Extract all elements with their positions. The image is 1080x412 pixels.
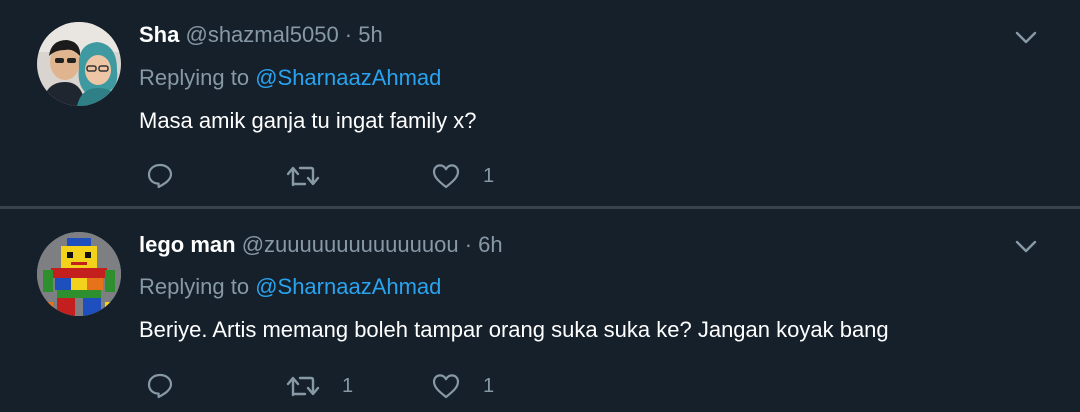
mention-link[interactable]: @SharnaazAhmad [255,274,441,299]
heart-icon [432,374,460,399]
tweet[interactable]: lego man @zuuuuuuuuuuuuuou · 6h Replying… [0,209,1080,412]
avatar[interactable] [37,22,121,106]
reply-icon [147,373,173,399]
replying-to: Replying to @SharnaazAhmad [139,65,441,91]
more-options-button[interactable] [1012,233,1040,261]
tweet-actions: 1 [0,159,1080,193]
tweet[interactable]: Sha @shazmal5050 · 5h Replying to @Sharn… [0,0,1080,206]
heart-icon [432,164,460,189]
retweet-icon [286,376,320,397]
replying-to: Replying to @SharnaazAhmad [139,274,441,300]
chevron-down-icon [1015,31,1037,44]
retweet-button[interactable] [286,159,342,193]
replying-to-label: Replying to [139,274,256,299]
separator-dot: · [458,232,479,257]
user-handle[interactable]: @shazmal5050 [185,22,338,47]
avatar[interactable] [37,232,121,316]
display-name[interactable]: lego man [139,232,236,257]
tweet-header: Sha @shazmal5050 · 5h [139,22,383,48]
tweet-header: lego man @zuuuuuuuuuuuuuou · 6h [139,232,503,258]
reply-button[interactable] [146,369,196,403]
like-button[interactable]: 1 [431,369,494,403]
like-count: 1 [483,164,495,187]
like-button[interactable]: 1 [431,159,494,193]
tweet-actions: 1 1 [0,369,1080,403]
more-options-button[interactable] [1012,24,1040,52]
mention-link[interactable]: @SharnaazAhmad [255,65,441,90]
retweet-icon [286,166,320,187]
tweet-text: Masa amik ganja tu ingat family x? [139,108,477,133]
tweet-text: Beriye. Artis memang boleh tampar orang … [139,317,889,342]
retweet-button[interactable]: 1 [286,369,353,403]
timestamp[interactable]: 5h [358,22,382,47]
retweet-count: 1 [342,374,354,397]
chevron-down-icon [1015,240,1037,253]
timestamp[interactable]: 6h [478,232,502,257]
replying-to-label: Replying to [139,65,256,90]
separator-dot: · [338,22,359,47]
like-count: 1 [483,374,495,397]
tweet-feed: Sha @shazmal5050 · 5h Replying to @Sharn… [0,0,1080,412]
user-handle[interactable]: @zuuuuuuuuuuuuuou [242,232,459,257]
display-name[interactable]: Sha [139,22,179,47]
reply-icon [147,163,173,189]
reply-button[interactable] [146,159,196,193]
